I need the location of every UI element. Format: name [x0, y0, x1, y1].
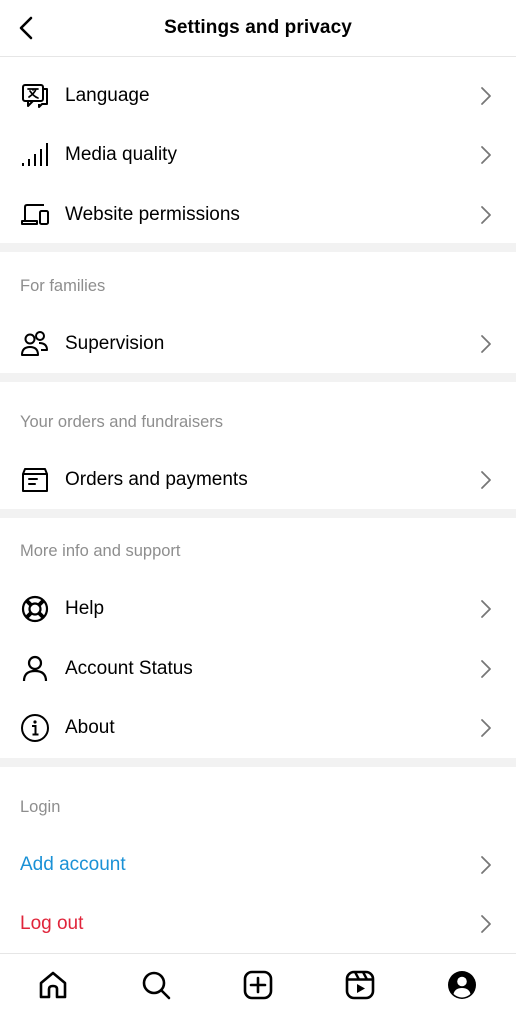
log-out-button[interactable]: Log out: [0, 896, 516, 952]
section-title-login: Login: [20, 798, 61, 816]
section-title-support: More info and support: [20, 542, 181, 560]
settings-item-language[interactable]: Language: [0, 68, 516, 124]
settings-item-account-status[interactable]: Account Status: [0, 641, 516, 697]
settings-item-label: Website permissions: [65, 204, 240, 225]
tab-create[interactable]: [242, 969, 274, 1001]
tab-reels[interactable]: [344, 969, 376, 1001]
settings-item-about[interactable]: About: [0, 700, 516, 756]
add-account-button[interactable]: Add account: [0, 837, 516, 893]
orders-box-icon: [20, 465, 50, 495]
person-icon: [20, 654, 50, 684]
page-title: Settings and privacy: [164, 17, 352, 38]
settings-item-label: About: [65, 717, 115, 738]
devices-icon: [20, 200, 50, 230]
settings-item-label: Help: [65, 598, 105, 619]
settings-item-help[interactable]: Help: [0, 581, 516, 637]
chevron-right-icon: [478, 332, 494, 356]
create-icon: [243, 970, 273, 1000]
settings-item-orders-payments[interactable]: Orders and payments: [0, 452, 516, 508]
section-divider: [0, 373, 516, 382]
chevron-right-icon: [478, 716, 494, 740]
home-icon: [39, 971, 67, 999]
tab-search[interactable]: [140, 969, 172, 1001]
translate-icon: [20, 81, 50, 111]
log-out-label: Log out: [20, 913, 84, 934]
chevron-right-icon: [478, 143, 494, 167]
settings-item-label: Language: [65, 85, 150, 106]
section-divider: [0, 758, 516, 767]
chevron-right-icon: [478, 203, 494, 227]
tab-profile[interactable]: [446, 969, 478, 1001]
settings-item-media-quality[interactable]: Media quality: [0, 127, 516, 183]
signal-bars-icon: [20, 140, 50, 170]
section-title-families: For families: [20, 277, 106, 295]
settings-item-supervision[interactable]: Supervision: [0, 316, 516, 372]
search-icon: [142, 971, 171, 1000]
settings-item-label: Orders and payments: [65, 469, 248, 490]
info-icon: [20, 713, 50, 743]
top-bar: Settings and privacy: [0, 0, 516, 57]
chevron-right-icon: [478, 657, 494, 681]
settings-item-label: Media quality: [65, 144, 177, 165]
bottom-tab-bar: [0, 953, 516, 1022]
chevron-right-icon: [478, 468, 494, 492]
section-divider: [0, 509, 516, 518]
add-account-label: Add account: [20, 854, 126, 875]
profile-icon: [448, 971, 476, 999]
section-divider: [0, 243, 516, 252]
lifebuoy-icon: [20, 594, 50, 624]
chevron-right-icon: [478, 597, 494, 621]
settings-item-label: Supervision: [65, 333, 165, 354]
section-title-orders: Your orders and fundraisers: [20, 413, 224, 431]
settings-item-label: Account Status: [65, 658, 193, 679]
settings-item-website-permissions[interactable]: Website permissions: [0, 187, 516, 243]
chevron-right-icon: [478, 912, 494, 936]
reels-icon: [345, 970, 375, 1000]
chevron-right-icon: [478, 84, 494, 108]
chevron-right-icon: [478, 853, 494, 877]
supervision-icon: [20, 329, 50, 359]
tab-home[interactable]: [37, 969, 69, 1001]
